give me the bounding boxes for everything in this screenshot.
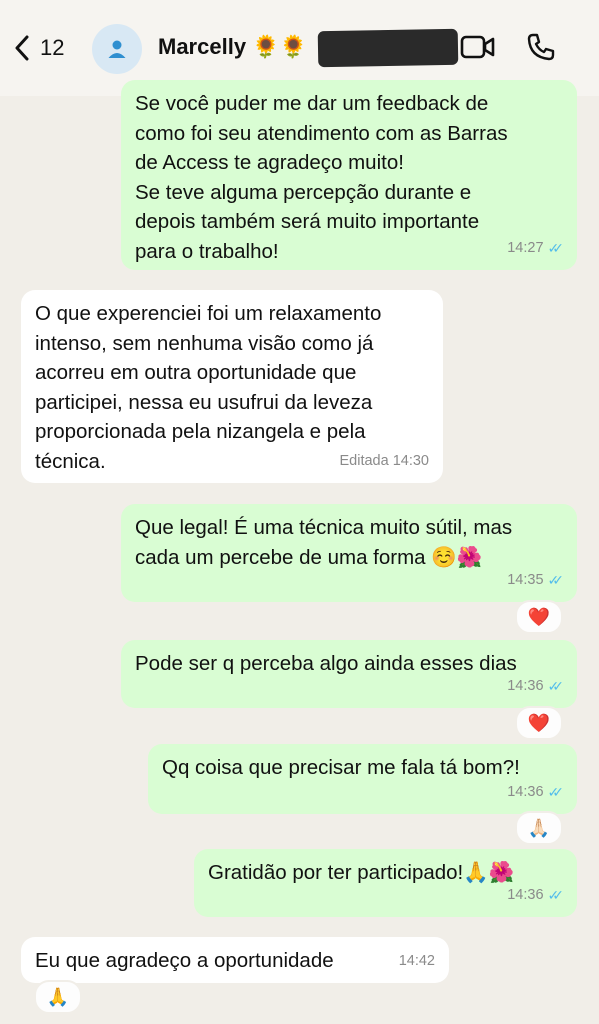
- message-bubble-outgoing[interactable]: Pode ser q perceba algo ainda esses dias…: [121, 640, 577, 708]
- message-text: Que legal! É uma técnica muito sútil, ma…: [135, 516, 513, 569]
- message-meta: 14:35 ✓✓: [507, 566, 565, 596]
- message-meta: 14:27 ✓✓: [507, 234, 565, 264]
- message-time: 14:27: [507, 239, 544, 256]
- read-receipt-icon: ✓✓: [547, 677, 565, 694]
- reaction-badge[interactable]: ❤️: [515, 600, 563, 634]
- reaction-badge[interactable]: 🙏: [34, 980, 82, 1014]
- message-bubble-outgoing[interactable]: Se você puder me dar um feedback de como…: [121, 80, 577, 270]
- message-bubble-outgoing[interactable]: Gratidão por ter participado!🙏🌺 14:36 ✓✓: [194, 849, 577, 917]
- message-bubble-incoming[interactable]: Eu que agradeço a oportunidade 14:42: [21, 937, 449, 983]
- message-time: 14:36: [507, 783, 544, 800]
- redacted-area: [317, 28, 459, 68]
- read-receipt-icon: ✓✓: [547, 886, 565, 903]
- message-meta: 14:36 ✓✓: [507, 672, 565, 702]
- message-meta: 14:36 ✓✓: [507, 778, 565, 808]
- person-icon: [108, 40, 126, 58]
- video-camera-icon: [460, 35, 495, 59]
- message-time: 14:35: [507, 571, 544, 588]
- message-time: 14:36: [507, 677, 544, 694]
- message-meta: 14:42: [399, 947, 435, 977]
- phone-icon: [527, 33, 555, 61]
- avatar[interactable]: [92, 24, 142, 74]
- unread-count: 12: [40, 35, 65, 60]
- message-bubble-outgoing[interactable]: Que legal! É uma técnica muito sútil, ma…: [121, 504, 577, 602]
- message-text: Qq coisa que precisar me fala tá bom?!: [162, 756, 520, 779]
- read-receipt-icon: ✓✓: [547, 571, 565, 588]
- reaction-badge[interactable]: 🙏🏻: [515, 811, 563, 845]
- read-receipt-icon: ✓✓: [547, 239, 565, 256]
- message-bubble-incoming[interactable]: O que experenciei foi um relaxamento int…: [21, 290, 443, 483]
- message-time: Editada 14:30: [339, 452, 430, 469]
- video-call-button[interactable]: [460, 34, 496, 65]
- message-bubble-outgoing[interactable]: Qq coisa que precisar me fala tá bom?! 1…: [148, 744, 577, 814]
- message-time: 14:42: [398, 952, 435, 969]
- back-button[interactable]: 12: [14, 30, 64, 66]
- reaction-badge[interactable]: ❤️: [515, 706, 563, 740]
- message-meta: Editada 14:30: [340, 447, 430, 477]
- message-text: Se você puder me dar um feedback de como…: [135, 92, 508, 263]
- message-text: Pode ser q perceba algo ainda esses dias: [135, 652, 517, 675]
- message-meta: 14:36 ✓✓: [507, 881, 565, 911]
- read-receipt-icon: ✓✓: [547, 783, 565, 800]
- voice-call-button[interactable]: [526, 32, 556, 67]
- message-text: Eu que agradeço a oportunidade: [35, 949, 334, 972]
- contact-name[interactable]: Marcelly 🌻🌻: [158, 34, 307, 60]
- chevron-left-icon: [15, 35, 29, 61]
- message-time: 14:36: [507, 886, 544, 903]
